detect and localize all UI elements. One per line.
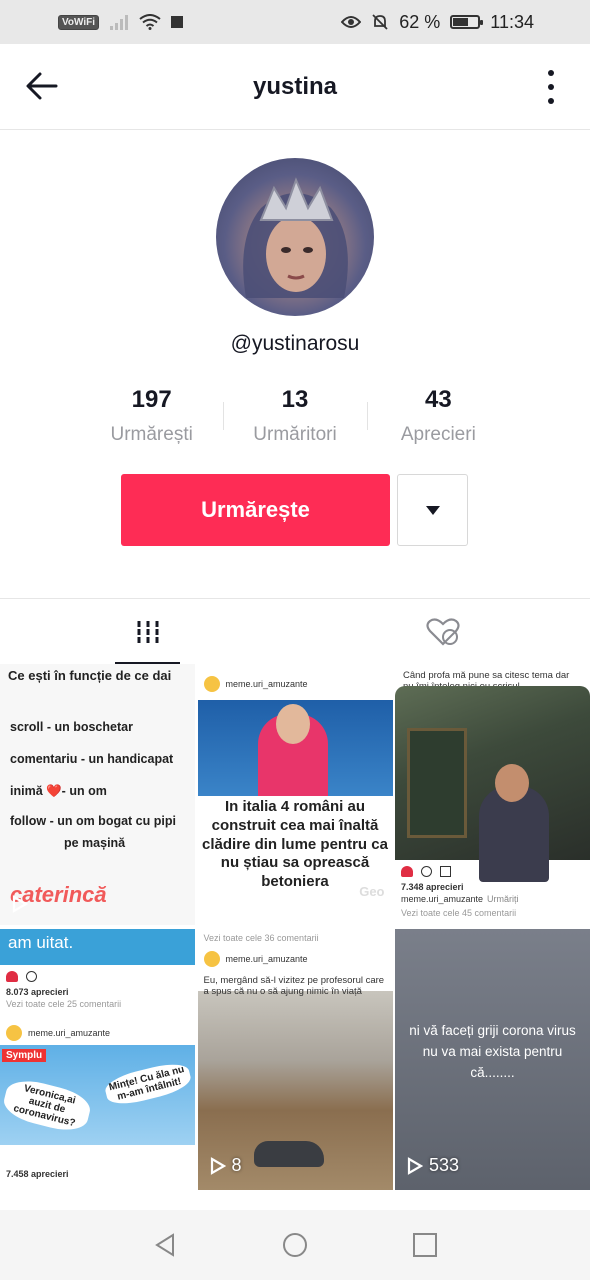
battery-percent: 62 % xyxy=(399,11,441,32)
news-caption: In italia 4 români au construit cea mai … xyxy=(197,796,393,894)
account-name: meme.uri_amuzante xyxy=(28,1028,111,1038)
avatar[interactable] xyxy=(216,158,374,316)
profile-header: yustina xyxy=(0,44,590,130)
system-nav-bar xyxy=(0,1210,590,1280)
stat-following[interactable]: 197 Urmărești xyxy=(80,382,223,452)
nav-home-icon[interactable] xyxy=(281,1231,309,1259)
video-tile[interactable]: meme.uri_amuzante In italia 4 români au … xyxy=(197,664,393,925)
play-count-value: 8 xyxy=(231,1155,242,1175)
likes-count: 7.458 aprecieri xyxy=(6,1169,69,1179)
tile-text-line: inimă ❤️- un om xyxy=(10,784,107,798)
video-tile[interactable]: Când profa mă pune sa citesc tema dar nu… xyxy=(395,664,590,925)
comments-link: Vezi toate cele 25 comentarii xyxy=(6,999,122,1009)
eye-icon xyxy=(341,16,362,28)
account-avatar xyxy=(203,951,220,967)
nav-recents-icon[interactable] xyxy=(411,1231,439,1259)
tile-top-text: am uitat. xyxy=(0,929,195,965)
heart-icon xyxy=(401,866,413,877)
vowifi-badge: VoWiFi xyxy=(58,14,100,30)
play-count: 8 xyxy=(210,1155,242,1176)
profile-handle: @yustinarosu xyxy=(230,332,360,355)
stat-label: Urmăritori xyxy=(253,424,337,445)
grid-icon xyxy=(134,620,161,643)
car-shape xyxy=(253,1141,324,1167)
mute-bell-icon xyxy=(372,14,388,30)
heart-icon xyxy=(6,971,18,982)
play-count-value: 533 xyxy=(429,1155,460,1175)
clock: 11:34 xyxy=(490,11,534,32)
comment-icon xyxy=(421,866,432,877)
account-name: meme.uri_amuzante xyxy=(401,894,484,904)
follow-text: Urmăriți xyxy=(487,894,519,904)
nav-back-icon[interactable] xyxy=(151,1231,179,1259)
avatar-photo xyxy=(243,177,348,298)
tv-show-photo: Symplu Veronica,ai auzit de coronavirus?… xyxy=(0,1045,195,1145)
video-tile[interactable]: Ce ești în funcție de ce dai scroll - un… xyxy=(0,664,195,925)
chalkboard xyxy=(407,728,467,838)
stat-value: 43 xyxy=(424,386,452,413)
classroom-photo xyxy=(395,686,590,882)
stat-label: Urmărești xyxy=(110,424,193,445)
account-avatar xyxy=(6,1025,22,1041)
wifi-icon xyxy=(139,14,161,30)
page-title: yustina xyxy=(252,72,338,100)
back-arrow-icon[interactable] xyxy=(24,68,60,104)
play-count: 533 xyxy=(407,1155,459,1176)
caret-down-icon xyxy=(425,505,440,515)
teacher-head xyxy=(495,764,529,802)
stat-likes: 43 Aprecieri xyxy=(366,382,510,452)
tab-videos[interactable] xyxy=(0,599,295,664)
play-icon xyxy=(407,1156,423,1175)
play-icon xyxy=(12,895,28,913)
video-tile[interactable]: ni vă faceți griji corona virus nu va ma… xyxy=(395,929,590,1190)
comments-link: Vezi toate cele 36 comentarii xyxy=(203,933,319,943)
tab-liked[interactable] xyxy=(295,599,590,664)
stat-followers[interactable]: 13 Urmăritori xyxy=(223,382,366,452)
video-grid: Ce ești în funcție de ce dai scroll - un… xyxy=(0,664,590,1190)
speech-bubble-right: Mințe! Cu ăla nu m-am întâlnit! xyxy=(102,1059,194,1109)
account-avatar xyxy=(203,676,220,692)
video-tile[interactable]: am uitat. 8.073 aprecieri Vezi toate cel… xyxy=(0,929,195,1190)
suggested-accounts-dropdown-button[interactable] xyxy=(397,474,468,546)
battery-icon xyxy=(450,15,484,29)
tile-text-line: follow - un om bogat cu pipi xyxy=(10,814,176,828)
comments-link: Vezi toate cele 45 comentarii xyxy=(401,908,517,918)
signal-icon xyxy=(110,15,129,30)
tile-caption: Eu, mergând să-l vizitez pe profesorul c… xyxy=(203,975,385,997)
show-logo: Symplu xyxy=(2,1049,47,1062)
comment-icon xyxy=(26,971,37,982)
tile-text-line: pe mașină xyxy=(64,836,126,850)
tv-logo: Geo xyxy=(359,884,385,899)
likes-count: 8.073 aprecieri xyxy=(6,987,69,997)
private-likes-icon xyxy=(425,617,460,646)
tile-caption: Ce ești în funcție de ce dai xyxy=(8,668,172,683)
tile-text-line: scroll - un boschetar xyxy=(10,720,133,734)
share-icon xyxy=(440,866,451,877)
notification-square-icon xyxy=(171,16,184,28)
follow-button[interactable]: Urmărește xyxy=(121,474,390,546)
play-icon xyxy=(210,1156,226,1175)
account-name: meme.uri_amuzante xyxy=(225,679,308,689)
account-name: meme.uri_amuzante xyxy=(225,954,308,964)
stat-label: Aprecieri xyxy=(400,424,476,445)
stat-value: 197 xyxy=(131,386,172,413)
status-bar: VoWiFi 62 % 11:34 xyxy=(0,0,590,44)
more-options-icon[interactable] xyxy=(548,70,556,104)
likes-count: 7.348 aprecieri xyxy=(401,882,464,892)
tile-message: ni vă faceți griji corona virus nu va ma… xyxy=(409,1023,576,1080)
profile-tabs xyxy=(0,598,590,664)
profile-stats: 197 Urmărești 13 Urmăritori 43 Aprecieri xyxy=(80,382,510,452)
stat-value: 13 xyxy=(281,386,309,413)
tile-text-line: comentariu - un handicapat xyxy=(10,752,174,766)
speech-bubble-left: Veronica,ai auzit de coronavirus? xyxy=(0,1075,94,1136)
video-tile[interactable]: Vezi toate cele 36 comentarii meme.uri_a… xyxy=(197,929,393,1190)
